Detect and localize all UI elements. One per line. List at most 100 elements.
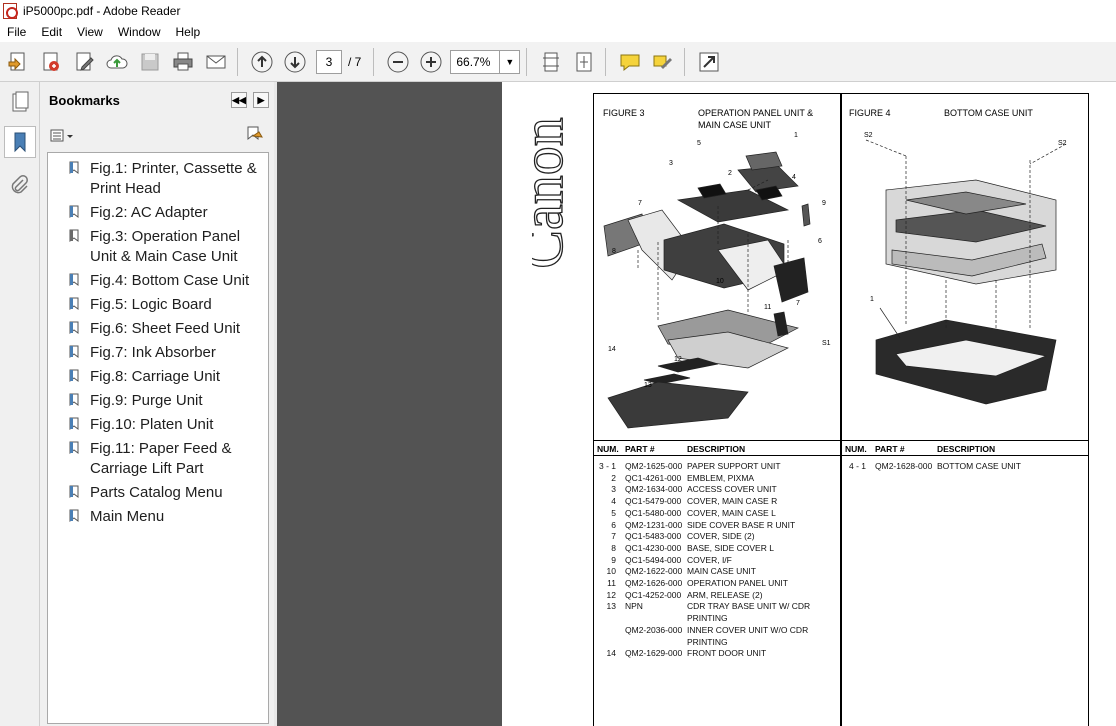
menu-file[interactable]: File bbox=[0, 25, 34, 39]
toolbar-separator bbox=[237, 47, 238, 76]
part-description-cell: OPERATION PANEL UNIT bbox=[687, 578, 788, 588]
callout-s2-right: S2 bbox=[1058, 140, 1067, 147]
previous-page-button[interactable] bbox=[247, 47, 277, 77]
part-description-cell: INNER COVER UNIT W/O CDR bbox=[687, 624, 809, 635]
table-header-rule bbox=[594, 455, 840, 456]
navigation-rail bbox=[0, 82, 40, 726]
part-num-cell: 4 bbox=[611, 496, 616, 507]
email-button[interactable] bbox=[201, 47, 231, 77]
bookmark-item[interactable]: Fig.11: Paper Feed & Carriage Lift Part bbox=[48, 437, 268, 481]
part-number-cell: QC1-4230-000 bbox=[625, 542, 682, 553]
table-top-rule bbox=[842, 440, 1088, 441]
bookmark-item[interactable]: Fig.2: AC Adapter bbox=[48, 201, 268, 225]
zoom-select[interactable]: 66.7% ▼ bbox=[450, 49, 521, 74]
zoom-out-button[interactable] bbox=[383, 47, 413, 77]
chevron-down-icon[interactable]: ▼ bbox=[500, 49, 521, 74]
part-description-cell: COVER, MAIN CASE R bbox=[687, 496, 778, 507]
part-num-cell: 3 bbox=[611, 484, 616, 495]
print-button[interactable] bbox=[168, 47, 198, 77]
bookmark-item[interactable]: Main Menu bbox=[48, 505, 268, 529]
comment-button[interactable] bbox=[615, 47, 645, 77]
title-bar: iP5000pc.pdf - Adobe Reader bbox=[0, 0, 1116, 22]
bookmark-item[interactable]: Fig.3: Operation Panel Unit & Main Case … bbox=[48, 225, 268, 269]
bookmark-label: Fig.7: Ink Absorber bbox=[90, 344, 216, 361]
zoom-value[interactable]: 66.7% bbox=[450, 49, 501, 74]
bookmarks-list: Fig.1: Printer, Cassette & Print Head Fig… bbox=[47, 152, 269, 724]
bookmark-item[interactable]: Fig.8: Carriage Unit bbox=[48, 365, 268, 389]
bookmark-icon bbox=[69, 297, 79, 310]
bookmark-item[interactable]: Fig.5: Logic Board bbox=[48, 293, 268, 317]
cloud-upload-button[interactable] bbox=[102, 47, 132, 77]
menu-window[interactable]: Window bbox=[111, 25, 169, 39]
options-menu-button[interactable] bbox=[50, 128, 74, 144]
bookmark-search-icon bbox=[247, 126, 263, 141]
callout-7: 7 bbox=[638, 200, 642, 207]
fit-page-button[interactable] bbox=[569, 47, 599, 77]
menu-help[interactable]: Help bbox=[169, 25, 209, 39]
highlight-button[interactable] bbox=[648, 47, 678, 77]
page-number-input[interactable]: 3 bbox=[316, 49, 342, 74]
save-button[interactable] bbox=[135, 47, 165, 77]
page-thumbnails-button[interactable] bbox=[4, 86, 36, 118]
bookmark-item[interactable]: Fig.1: Printer, Cassette & Print Head bbox=[48, 157, 268, 201]
callout-s2-left: S2 bbox=[864, 132, 873, 139]
bookmark-label: Fig.1: Printer, Cassette & Print Head bbox=[90, 160, 257, 197]
expand-bookmark-button[interactable] bbox=[244, 126, 264, 144]
zoom-in-button[interactable] bbox=[416, 47, 446, 77]
bookmark-item[interactable]: Fig.6: Sheet Feed Unit bbox=[48, 317, 268, 341]
callout-1: 1 bbox=[870, 296, 874, 303]
edit-pdf-button[interactable] bbox=[69, 47, 99, 77]
bookmarks-panel: Bookmarks ◀◀ ▶ Fig.1: Printer, Cassette … bbox=[40, 82, 274, 726]
part-description-cell: ACCESS COVER UNIT bbox=[687, 484, 777, 495]
fig3-header-num: NUM. bbox=[597, 444, 619, 454]
bookmark-icon bbox=[69, 229, 79, 242]
part-description-cell: FRONT DOOR UNIT bbox=[687, 648, 767, 659]
bookmark-item[interactable]: Fig.9: Purge Unit bbox=[48, 389, 268, 413]
callout-1: 1 bbox=[794, 132, 798, 139]
document-background bbox=[277, 82, 502, 726]
bookmark-label: Fig.4: Bottom Case Unit bbox=[90, 272, 250, 289]
list-options-icon bbox=[50, 129, 73, 142]
bookmark-label: Main Menu bbox=[90, 508, 165, 525]
part-description-cell: MAIN CASE UNIT bbox=[687, 566, 756, 577]
bookmark-label: Parts Catalog Menu bbox=[90, 484, 223, 501]
bookmark-icon bbox=[69, 369, 79, 382]
create-pdf-button[interactable] bbox=[36, 47, 66, 77]
attachments-button[interactable] bbox=[4, 170, 36, 202]
bookmarks-button[interactable] bbox=[4, 126, 36, 158]
bookmark-item[interactable]: Fig.7: Ink Absorber bbox=[48, 341, 268, 365]
email-icon bbox=[206, 55, 226, 68]
part-number-cell: NPN bbox=[625, 601, 643, 612]
panel-menu-button[interactable]: ▶ bbox=[253, 92, 269, 108]
toolbar-separator bbox=[684, 47, 686, 76]
bookmark-item[interactable]: Parts Catalog Menu bbox=[48, 481, 268, 505]
part-num-cell: 6 bbox=[611, 519, 616, 530]
bookmark-item[interactable]: Fig.4: Bottom Case Unit bbox=[48, 269, 268, 293]
callout-8: 8 bbox=[612, 248, 616, 255]
menu-edit[interactable]: Edit bbox=[34, 25, 70, 39]
part-num-cell: 4 - 1 bbox=[848, 461, 866, 471]
part-number-cell: QM2-1231-000 bbox=[625, 519, 683, 530]
callout-s1: S1 bbox=[822, 340, 831, 347]
figure-4-exploded-drawing bbox=[865, 139, 1067, 405]
canon-logo: Canon bbox=[532, 117, 576, 270]
callout-13: 13 bbox=[644, 382, 652, 389]
callout-6: 6 bbox=[818, 238, 822, 245]
window-title: iP5000pc.pdf - Adobe Reader bbox=[23, 4, 181, 18]
fit-width-button[interactable] bbox=[536, 47, 566, 77]
bookmark-item[interactable]: Fig.10: Platen Unit bbox=[48, 413, 268, 437]
part-number-cell: QM2-1628-000 bbox=[875, 461, 933, 471]
part-description-cell: EMBLEM, PIXMA bbox=[687, 472, 755, 483]
next-page-button[interactable] bbox=[280, 47, 310, 77]
collapse-panel-button[interactable]: ◀◀ bbox=[231, 92, 247, 108]
part-description-cell: BOTTOM CASE UNIT bbox=[937, 461, 1021, 471]
plus-icon bbox=[420, 51, 442, 72]
toolbar-separator bbox=[526, 47, 528, 76]
callout-5: 5 bbox=[697, 140, 701, 147]
figure-4-title: BOTTOM CASE UNIT bbox=[944, 108, 1033, 118]
open-button[interactable] bbox=[3, 47, 33, 77]
menu-view[interactable]: View bbox=[70, 25, 111, 39]
full-screen-button[interactable] bbox=[694, 47, 724, 77]
scroll-mode-icon bbox=[543, 52, 560, 71]
create-pdf-icon bbox=[43, 52, 59, 71]
